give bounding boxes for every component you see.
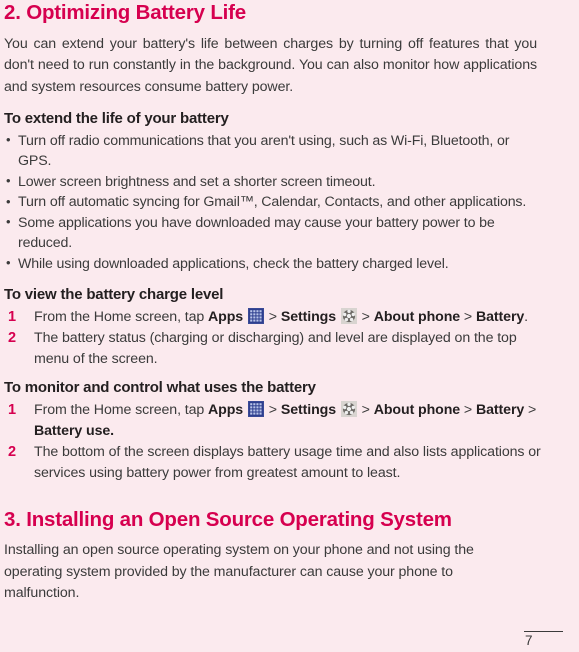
list-item: Lower screen brightness and set a shorte… bbox=[4, 171, 569, 193]
emphasis-text: Settings bbox=[280, 401, 336, 418]
plain-text: > bbox=[460, 309, 476, 326]
step-item: 1 From the Home screen, tap Apps > Setti… bbox=[4, 400, 569, 442]
plain-text: > bbox=[357, 309, 374, 326]
subheading-view-battery-charge-level: To view the battery charge level bbox=[4, 286, 224, 304]
plain-text: > bbox=[357, 401, 374, 418]
subheading-extend-battery-life: To extend the life of your battery bbox=[4, 110, 229, 128]
step-number: 2 bbox=[8, 330, 16, 347]
plain-text: . bbox=[524, 309, 528, 326]
list-item: Turn off automatic syncing for Gmail™, C… bbox=[4, 192, 569, 213]
plain-text: > bbox=[460, 401, 476, 418]
extend-battery-bullet-list: Turn off radio communications that you a… bbox=[4, 130, 569, 275]
plain-text bbox=[336, 309, 340, 325]
emphasis-text: Apps bbox=[208, 309, 244, 326]
page-footer: 7 bbox=[519, 630, 579, 648]
step-number: 2 bbox=[8, 443, 16, 460]
section-2-intro-paragraph: You can extend your battery's life betwe… bbox=[4, 35, 537, 95]
emphasis-text: Battery use. bbox=[34, 422, 115, 439]
step-text: The battery status (charging or discharg… bbox=[34, 330, 517, 367]
manual-page: 2. Optimizing Battery Life You can exten… bbox=[0, 0, 579, 652]
step-item: 2 The battery status (charging or discha… bbox=[4, 328, 569, 370]
plain-text bbox=[243, 402, 247, 418]
monitor-battery-step-list: 1 From the Home screen, tap Apps > Setti… bbox=[4, 400, 569, 484]
plain-text: From the Home screen, tap bbox=[34, 309, 209, 326]
plain-text bbox=[336, 402, 340, 418]
emphasis-text: Battery bbox=[475, 401, 525, 418]
page-number: 7 bbox=[525, 633, 533, 648]
footer-rule bbox=[524, 630, 563, 632]
step-number: 1 bbox=[8, 309, 16, 326]
step-number: 1 bbox=[8, 401, 16, 418]
list-item: Turn off radio communications that you a… bbox=[4, 130, 569, 172]
step-item: 1 From the Home screen, tap Apps > Setti… bbox=[4, 307, 569, 328]
emphasis-text: About phone bbox=[373, 401, 461, 418]
plain-text: The battery status (charging or discharg… bbox=[34, 330, 517, 368]
section-title-installing-open-source-os: 3. Installing an Open Source Operating S… bbox=[4, 507, 452, 531]
plain-text: > bbox=[524, 401, 537, 418]
step-text: The bottom of the screen displays batter… bbox=[34, 444, 541, 481]
settings-gear-icon[interactable] bbox=[340, 308, 357, 325]
apps-grid-icon[interactable] bbox=[247, 308, 264, 325]
section-title-optimizing-battery-life: 2. Optimizing Battery Life bbox=[4, 1, 246, 24]
settings-gear-icon[interactable] bbox=[340, 400, 357, 417]
subheading-monitor-control-battery: To monitor and control what uses the bat… bbox=[4, 379, 316, 397]
plain-text: From the Home screen, tap bbox=[34, 401, 209, 418]
list-item: Some applications you have downloaded ma… bbox=[4, 212, 569, 254]
list-item: While using downloaded applications, che… bbox=[4, 253, 569, 275]
plain-text bbox=[243, 309, 247, 325]
emphasis-text: Settings bbox=[280, 309, 336, 326]
emphasis-text: Apps bbox=[208, 401, 244, 418]
plain-text: > bbox=[264, 309, 281, 326]
step-text: From the Home screen, tap Apps > Setting… bbox=[34, 308, 528, 326]
section-3-intro-paragraph: Installing an open source operating syst… bbox=[4, 542, 474, 602]
step-text: From the Home screen, tap Apps > Setting… bbox=[34, 400, 537, 439]
apps-grid-icon[interactable] bbox=[247, 400, 264, 417]
plain-text: The bottom of the screen displays batter… bbox=[34, 443, 541, 481]
plain-text: > bbox=[264, 401, 281, 418]
step-item: 2 The bottom of the screen displays batt… bbox=[4, 442, 569, 484]
emphasis-text: Battery bbox=[475, 309, 525, 326]
emphasis-text: About phone bbox=[373, 309, 461, 326]
view-charge-level-step-list: 1 From the Home screen, tap Apps > Setti… bbox=[4, 307, 569, 370]
